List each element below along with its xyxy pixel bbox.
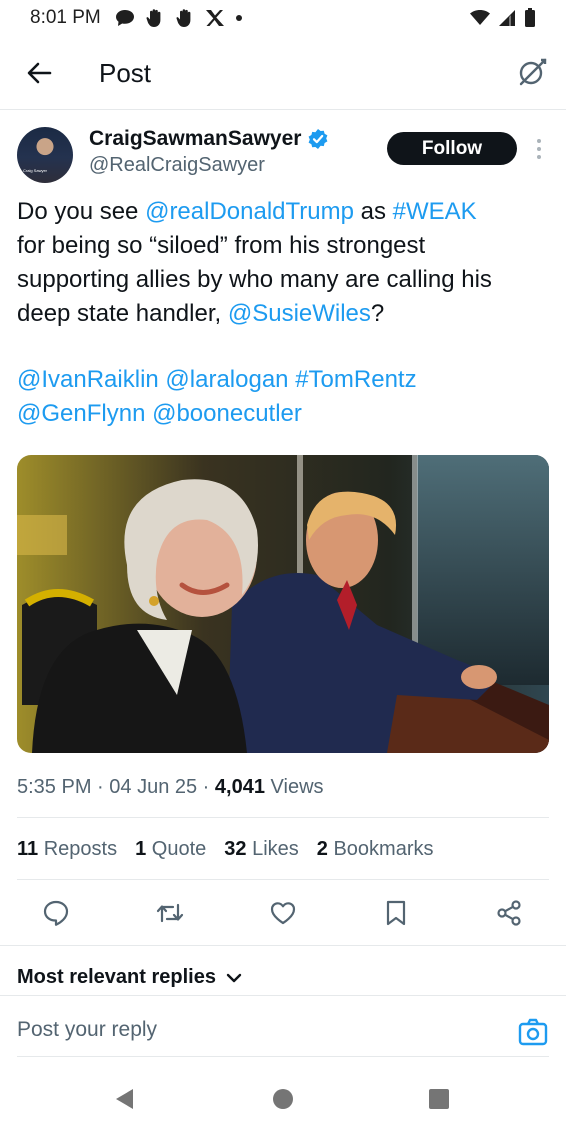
back-arrow-icon[interactable] [24, 58, 54, 88]
mention-link[interactable]: @realDonaldTrump [145, 198, 354, 225]
dot-icon [235, 15, 242, 21]
tweet-photo[interactable] [17, 455, 549, 753]
top-app-bar: Post [0, 36, 566, 110]
tweet-text-line: deep state handler, @SusieWiles? [17, 297, 552, 331]
divider [0, 945, 566, 946]
divider [17, 1056, 549, 1057]
nav-recents-icon[interactable] [426, 1086, 452, 1112]
tweet-text-segment: Do you see [17, 198, 146, 225]
quotes-stat[interactable]: 1 Quote [135, 838, 206, 861]
meta-separator: · [91, 776, 110, 798]
engagement-stats: 11 Reposts 1 Quote 32 Likes 2 Bookmarks [17, 838, 433, 861]
verified-badge-icon [309, 129, 328, 149]
camera-icon[interactable] [517, 1016, 549, 1048]
mention-link[interactable]: @SusieWiles [228, 300, 371, 327]
tweet-text-line: supporting allies by who many are callin… [17, 263, 552, 297]
mention-link[interactable]: @laralogan [165, 366, 288, 393]
hand-icon [146, 9, 161, 27]
signal-icon [499, 10, 515, 26]
notification-icons [115, 8, 243, 28]
author-name-row[interactable]: CraigSawmanSawyer [89, 127, 329, 151]
action-bar [0, 895, 566, 931]
wifi-icon [470, 10, 490, 25]
tweet-text-segment: supporting allies by who many are callin… [17, 266, 492, 293]
chevron-down-icon [226, 973, 242, 982]
hand-icon [176, 9, 191, 27]
follow-button[interactable]: Follow [387, 132, 517, 165]
post-time: 5:35 PM [17, 776, 92, 798]
more-options-icon[interactable] [532, 136, 546, 162]
tweet-text-line: @GenFlynn @boonecutler [17, 397, 552, 431]
avatar-caption: Craig Sawyer [23, 168, 48, 173]
tweet-text-segment: as [353, 198, 393, 225]
mention-link[interactable]: @boonecutler [152, 400, 302, 427]
divider [0, 995, 566, 996]
status-time: 8:01 PM [30, 7, 101, 28]
author-name[interactable]: CraigSawmanSawyer [89, 127, 301, 151]
divider [17, 879, 549, 880]
tweet-text-segment: ? [370, 300, 385, 327]
reply-icon [43, 900, 69, 926]
system-navigation-bar [0, 1068, 566, 1131]
nav-home-icon[interactable] [270, 1086, 296, 1112]
author-handle[interactable]: @RealCraigSawyer [89, 154, 265, 177]
tweet-mentions: @IvanRaiklin @laralogan #TomRentz @GenFly… [17, 363, 552, 431]
photo-image [17, 455, 549, 753]
battery-icon [525, 8, 535, 27]
like-button[interactable] [265, 895, 301, 931]
page-title: Post [99, 58, 152, 88]
bookmark-icon [386, 900, 406, 926]
replies-sort-label: Most relevant replies [17, 966, 216, 988]
like-icon [270, 902, 296, 925]
tweet-text-segment: for being so “siloed” from his strongest [17, 232, 426, 259]
reply-button[interactable] [38, 895, 74, 931]
avatar[interactable]: Craig Sawyer [17, 127, 73, 183]
tweet-text-segment: deep state handler, [17, 300, 228, 327]
mention-link[interactable]: @IvanRaiklin [17, 366, 159, 393]
x-logo-icon [205, 10, 224, 26]
reply-input[interactable]: Post your reply [17, 1018, 157, 1042]
post-date: 04 Jun 25 [109, 776, 198, 798]
share-button[interactable] [491, 895, 527, 931]
views-label: Views [264, 776, 324, 798]
tweet-text-line: for being so “siloed” from his strongest [17, 229, 552, 263]
reposts-stat[interactable]: 11 Reposts [17, 838, 117, 861]
meta-separator: · [197, 776, 215, 798]
likes-stat[interactable]: 32 Likes [224, 838, 299, 861]
mention-link[interactable]: @GenFlynn [17, 400, 145, 427]
hashtag-link[interactable]: #WEAK [393, 198, 477, 225]
bookmarks-stat[interactable]: 2 Bookmarks [317, 838, 434, 861]
tweet-text-line: @IvanRaiklin @laralogan #TomRentz [17, 363, 552, 397]
replies-sort-dropdown[interactable]: Most relevant replies [17, 966, 242, 989]
repost-button[interactable] [152, 895, 188, 931]
divider [17, 817, 549, 818]
status-bar: 8:01 PM [0, 0, 566, 36]
tweet-text-line: Do you see @realDonaldTrump as #WEAK [17, 195, 552, 229]
repost-icon [156, 903, 184, 923]
views-count: 4,041 [214, 776, 265, 798]
hashtag-link[interactable]: #TomRentz [295, 366, 416, 393]
bookmark-button[interactable] [378, 895, 414, 931]
grok-icon[interactable] [516, 56, 548, 88]
chat-bubble-icon [115, 10, 134, 26]
system-icons [470, 8, 536, 28]
tweet-text: Do you see @realDonaldTrump as #WEAK for … [17, 195, 552, 331]
nav-back-icon[interactable] [112, 1086, 138, 1112]
share-icon [497, 900, 521, 926]
post-metadata: 5:35 PM · 04 Jun 25 · 4,041 Views [17, 776, 324, 799]
